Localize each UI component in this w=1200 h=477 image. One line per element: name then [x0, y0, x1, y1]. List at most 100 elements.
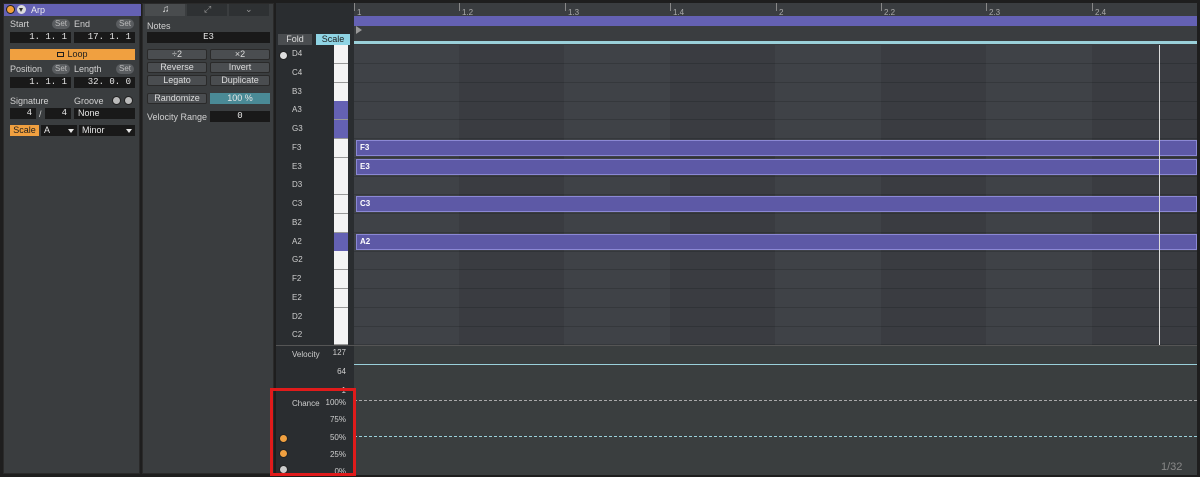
piano-key[interactable]	[334, 326, 348, 345]
note-pitch-field[interactable]: E3	[147, 32, 270, 43]
piano-key[interactable]	[334, 139, 348, 158]
beat-stripe	[670, 45, 776, 345]
piano-key[interactable]	[334, 120, 348, 139]
reverse-button[interactable]: Reverse	[147, 62, 207, 73]
note-icon: ♫	[162, 4, 170, 15]
velocity-range-label: Velocity Range	[147, 112, 208, 122]
midi-note[interactable]: A2	[356, 234, 1197, 250]
tab-envelopes[interactable]: ⤢	[187, 4, 227, 16]
pitch-label: D3	[292, 180, 303, 189]
groove-select[interactable]: None	[74, 108, 135, 119]
piano-key[interactable]	[334, 289, 348, 308]
note-grid[interactable]: F3 E3 C3 A2	[354, 45, 1197, 345]
beat-stripe	[881, 45, 986, 345]
velocity-chance-grid[interactable]	[354, 346, 1197, 475]
piano-key[interactable]	[334, 83, 348, 102]
pitch-label: G2	[292, 255, 303, 264]
ruler-tick	[1092, 3, 1093, 11]
pitch-label: B3	[292, 87, 302, 96]
fold-button[interactable]: Fold	[278, 34, 312, 45]
midi-note[interactable]: C3	[356, 196, 1197, 212]
pitch-label: E3	[292, 162, 302, 171]
ruler-tick	[565, 3, 566, 11]
pitch-label: A2	[292, 237, 302, 246]
piano-keyboard: D4 C4 B3 A3 G3 F3 E3 D3 C3 B2 A2 G2 F2 E2 D2 C2	[276, 45, 354, 345]
piano-key[interactable]	[334, 158, 348, 177]
legato-button[interactable]: Legato	[147, 75, 207, 86]
scale-name-select[interactable]: Minor	[79, 125, 135, 136]
end-field[interactable]: 17. 1. 1	[74, 32, 135, 43]
end-label: End	[74, 19, 91, 29]
piano-key[interactable]	[334, 233, 348, 252]
position-field[interactable]: 1. 1. 1	[10, 77, 71, 88]
midi-note[interactable]: F3	[356, 140, 1197, 156]
velocity-range-field[interactable]: 0	[210, 111, 270, 122]
collapse-arrow-icon[interactable]	[17, 5, 26, 14]
piano-key[interactable]	[334, 251, 348, 270]
loop-start-marker-icon[interactable]	[356, 26, 362, 34]
ruler-tick	[670, 3, 671, 11]
notes-title: Notes	[147, 21, 171, 31]
clip-header: Arp	[4, 4, 141, 16]
end-set-button[interactable]: Set	[116, 19, 134, 29]
beat-stripe	[459, 45, 565, 345]
signature-denominator[interactable]: 4	[45, 108, 71, 119]
piano-key[interactable]	[334, 214, 348, 233]
groove-commit-icon[interactable]	[124, 96, 133, 105]
ruler-tick	[354, 3, 355, 11]
pitch-label: D2	[292, 312, 303, 321]
piano-roll-editor: 1 1.2 1.3 1.4 2 2.2 2.3 2.4 Fold Scale D4 C4 B3 A3…	[276, 3, 1197, 476]
loop-brace[interactable]	[354, 16, 1197, 26]
halve-button[interactable]: ÷2	[147, 49, 207, 60]
piano-key[interactable]	[334, 64, 348, 83]
scale-root-select[interactable]: A	[41, 125, 77, 136]
chance-100-line	[354, 400, 1197, 401]
signature-label: Signature	[10, 96, 49, 106]
signature-slash: /	[39, 109, 42, 119]
pitch-label: C2	[292, 330, 303, 339]
pitch-label: C4	[292, 68, 303, 77]
start-set-button[interactable]: Set	[52, 19, 70, 29]
invert-button[interactable]: Invert	[210, 62, 270, 73]
double-button[interactable]: ×2	[210, 49, 270, 60]
piano-key[interactable]	[334, 176, 348, 195]
position-label: Position	[10, 64, 43, 74]
chance-50-line[interactable]	[354, 436, 1197, 437]
scale-root-value: A	[44, 125, 51, 135]
playhead	[1159, 45, 1160, 345]
velocity-line[interactable]	[354, 364, 1197, 365]
pitch-label: F3	[292, 143, 302, 152]
velocity-chance-lane: Velocity 127 64 1 Chance 100% 75% 50% 25…	[276, 345, 1197, 476]
length-field[interactable]: 32. 0. 0	[74, 77, 135, 88]
piano-key[interactable]	[334, 45, 348, 64]
loop-button[interactable]: Loop	[10, 49, 135, 60]
signature-numerator[interactable]: 4	[10, 108, 36, 119]
clip-name[interactable]: Arp	[31, 4, 45, 16]
piano-key[interactable]	[334, 270, 348, 289]
tab-mpe[interactable]: ⌄	[229, 4, 269, 16]
groove-hot-swap-icon[interactable]	[112, 96, 121, 105]
loop-label: Loop	[67, 49, 88, 59]
clip-activator-icon[interactable]	[6, 5, 15, 14]
pitch-label: A3	[292, 105, 302, 114]
envelope-icon: ⤢	[204, 4, 212, 14]
start-field[interactable]: 1. 1. 1	[10, 32, 71, 43]
piano-key[interactable]	[334, 308, 348, 327]
randomize-button[interactable]: Randomize	[147, 93, 207, 104]
velocity-tick: 127	[332, 348, 346, 357]
scale-toggle[interactable]: Scale	[10, 125, 39, 136]
dropdown-arrow-icon	[68, 129, 74, 133]
beat-stripe	[1091, 45, 1197, 345]
start-label: Start	[10, 19, 30, 29]
scale-highlight-button[interactable]: Scale	[316, 34, 350, 45]
piano-key[interactable]	[334, 195, 348, 214]
velocity-tick: 64	[337, 367, 346, 376]
duplicate-button[interactable]: Duplicate	[210, 75, 270, 86]
piano-key[interactable]	[334, 101, 348, 120]
pitch-label: B2	[292, 218, 302, 227]
position-set-button[interactable]: Set	[52, 64, 70, 74]
midi-note[interactable]: E3	[356, 159, 1197, 175]
randomize-amount[interactable]: 100 %	[210, 93, 270, 104]
length-set-button[interactable]: Set	[116, 64, 134, 74]
tab-notes[interactable]: ♫	[145, 4, 185, 16]
